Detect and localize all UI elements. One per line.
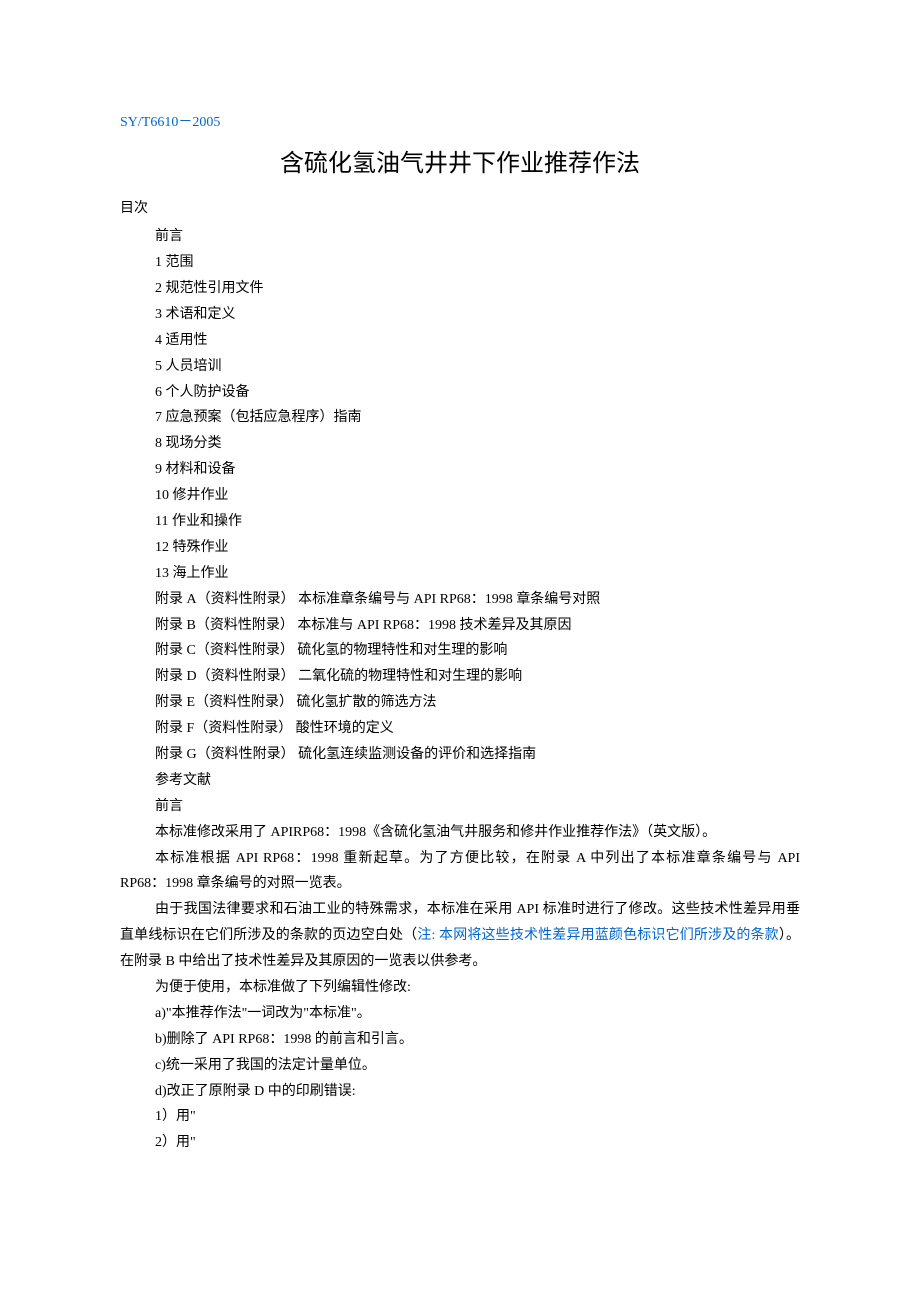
toc-item: 6 个人防护设备 xyxy=(155,380,800,406)
toc-item: 1 范围 xyxy=(155,250,800,276)
toc-item: 附录 A（资料性附录） 本标准章条编号与 API RP68：1998 章条编号对… xyxy=(155,587,800,613)
toc-item: 8 现场分类 xyxy=(155,431,800,457)
toc-item: 5 人员培训 xyxy=(155,354,800,380)
toc-item: 附录 D（资料性附录） 二氧化硫的物理特性和对生理的影响 xyxy=(155,664,800,690)
list-item: b)删除了 API RP68：1998 的前言和引言。 xyxy=(120,1027,800,1053)
toc-item: 13 海上作业 xyxy=(155,561,800,587)
toc-item: 10 修井作业 xyxy=(155,483,800,509)
preface-body: 由于我国法律要求和石油工业的特殊需求，本标准在采用 API 标准时进行了修改。这… xyxy=(120,897,800,975)
paragraph: 为便于使用，本标准做了下列编辑性修改: xyxy=(120,975,800,1001)
preface-body: 本标准根据 API RP68：1998 重新起草。为了方便比较，在附录 A 中列… xyxy=(120,846,800,898)
toc-item: 4 适用性 xyxy=(155,328,800,354)
toc-item: 附录 E（资料性附录） 硫化氢扩散的筛选方法 xyxy=(155,690,800,716)
toc-item: 前言 xyxy=(155,224,800,250)
preface-body: 为便于使用，本标准做了下列编辑性修改: a)"本推荐作法"一词改为"本标准"。 … xyxy=(120,975,800,1156)
toc-item: 附录 F（资料性附录） 酸性环境的定义 xyxy=(155,716,800,742)
document-page: SY/T6610－2005 含硫化氢油气井井下作业推荐作法 目次 前言 1 范围… xyxy=(0,0,920,1302)
toc-item: 参考文献 xyxy=(155,768,800,794)
paragraph: 本标准修改采用了 APIRP68：1998《含硫化氢油气井服务和修井作业推荐作法… xyxy=(85,820,800,846)
list-item: a)"本推荐作法"一词改为"本标准"。 xyxy=(120,1001,800,1027)
list-item: d)改正了原附录 D 中的印刷错误: xyxy=(120,1079,800,1105)
toc-item: 12 特殊作业 xyxy=(155,535,800,561)
table-of-contents: 前言 1 范围 2 规范性引用文件 3 术语和定义 4 适用性 5 人员培训 6… xyxy=(120,224,800,819)
toc-item: 11 作业和操作 xyxy=(155,509,800,535)
toc-item: 前言 xyxy=(155,794,800,820)
toc-item: 3 术语和定义 xyxy=(155,302,800,328)
paragraph: 由于我国法律要求和石油工业的特殊需求，本标准在采用 API 标准时进行了修改。这… xyxy=(120,897,800,975)
toc-item: 附录 B（资料性附录） 本标准与 API RP68：1998 技术差异及其原因 xyxy=(155,613,800,639)
standard-code: SY/T6610－2005 xyxy=(120,110,800,136)
list-item: 2）用" xyxy=(120,1130,800,1156)
inline-note: 注: 本网将这些技术性差异用蓝颜色标识它们所涉及的条款 xyxy=(417,928,779,943)
toc-item: 9 材料和设备 xyxy=(155,457,800,483)
toc-item: 附录 G（资料性附录） 硫化氢连续监测设备的评价和选择指南 xyxy=(155,742,800,768)
list-item: c)统一采用了我国的法定计量单位。 xyxy=(120,1053,800,1079)
toc-item: 2 规范性引用文件 xyxy=(155,276,800,302)
list-item: 1）用" xyxy=(120,1104,800,1130)
toc-heading: 目次 xyxy=(120,196,800,222)
document-title: 含硫化氢油气井井下作业推荐作法 xyxy=(120,142,800,186)
preface-body: 本标准修改采用了 APIRP68：1998《含硫化氢油气井服务和修井作业推荐作法… xyxy=(120,820,800,846)
toc-item: 7 应急预案（包括应急程序）指南 xyxy=(155,405,800,431)
toc-item: 附录 C（资料性附录） 硫化氢的物理特性和对生理的影响 xyxy=(155,638,800,664)
paragraph: 本标准根据 API RP68：1998 重新起草。为了方便比较，在附录 A 中列… xyxy=(120,846,800,898)
